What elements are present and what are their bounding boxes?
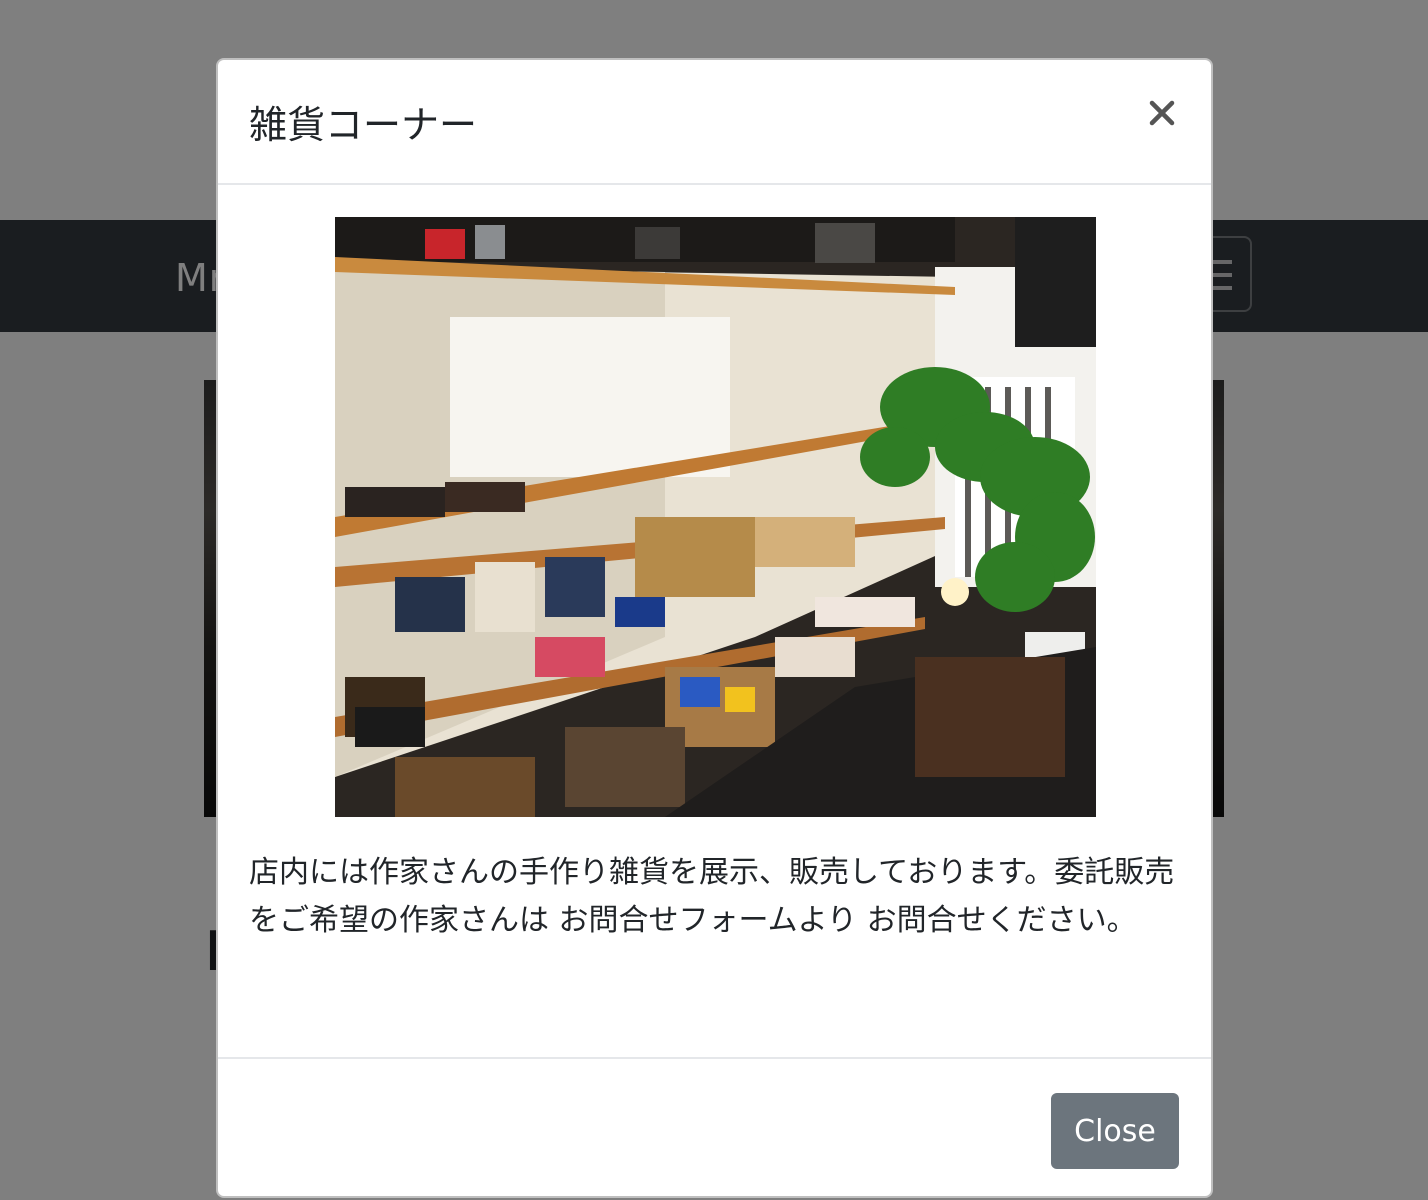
close-button[interactable]: Close <box>1051 1093 1179 1169</box>
modal-body: 店内には作家さんの手作り雑貨を展示、販売しております。委託販売をご希望の作家さん… <box>218 185 1211 1057</box>
modal-dialog: 雑貨コーナー 店内には作家さんの手作り雑貨を展示、販売しております。委託販売をご… <box>216 58 1213 1198</box>
modal-footer: Close <box>218 1057 1211 1198</box>
shop-shelf-photo <box>335 217 1096 817</box>
modal-description: 店内には作家さんの手作り雑貨を展示、販売しております。委託販売をご希望の作家さん… <box>249 855 1175 938</box>
close-icon[interactable] <box>1147 98 1177 128</box>
modal-title: 雑貨コーナー <box>249 103 478 147</box>
modal-header: 雑貨コーナー <box>218 60 1211 185</box>
